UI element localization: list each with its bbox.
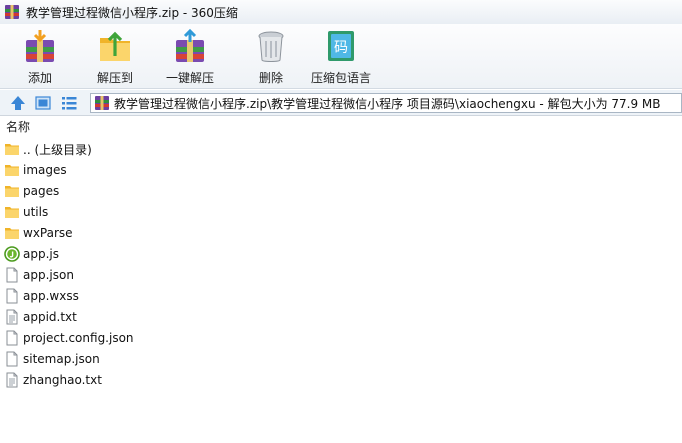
svg-text:码: 码	[334, 40, 348, 56]
list-item[interactable]: utils	[4, 202, 48, 222]
details-view-icon[interactable]	[60, 94, 78, 112]
list-item[interactable]: appid.txt	[4, 307, 77, 327]
extract-to-label: 解压到	[97, 71, 134, 85]
one-click-extract-label: 一键解压	[166, 71, 215, 85]
large-icons-view-icon[interactable]	[34, 94, 52, 112]
compress-language-label: 压缩包语言	[311, 71, 372, 85]
compress-language-button[interactable]: 码 压缩包语言	[311, 28, 371, 86]
one-click-extract-icon	[176, 28, 204, 62]
archive-app-icon	[5, 5, 19, 19]
folder-icon	[4, 162, 20, 178]
trash-icon	[258, 31, 284, 62]
file-icon	[4, 330, 20, 346]
folder-icon	[4, 141, 20, 157]
folder-icon	[4, 225, 20, 241]
folder-icon	[4, 204, 20, 220]
address-bar: 教学管理过程微信小程序.zip\教学管理过程微信小程序 项目源码\xiaoche…	[0, 90, 682, 116]
text-file-icon	[4, 372, 20, 388]
title-bar: 教学管理过程微信小程序.zip - 360压缩	[0, 0, 682, 24]
add-archive-icon	[26, 30, 54, 62]
list-item[interactable]: app.wxss	[4, 286, 79, 306]
file-list: 名称 .. (上级目录) images pages utils wxParse …	[0, 117, 682, 443]
text-file-icon	[4, 309, 20, 325]
path-field[interactable]: 教学管理过程微信小程序.zip\教学管理过程微信小程序 项目源码\xiaoche…	[90, 93, 682, 113]
list-item[interactable]: images	[4, 160, 67, 180]
window-title: 教学管理过程微信小程序.zip - 360压缩	[26, 5, 238, 20]
file-icon	[4, 351, 20, 367]
add-button[interactable]: 添加	[22, 28, 58, 86]
toolbar: 添加 解压到 一键解压 删除 码 压缩包语言	[0, 24, 682, 89]
up-arrow-icon[interactable]	[9, 94, 27, 112]
folder-icon	[4, 183, 20, 199]
delete-label: 删除	[258, 71, 283, 85]
list-item[interactable]: app.js	[4, 244, 59, 264]
list-item[interactable]: app.json	[4, 265, 74, 285]
language-code-icon: 码	[328, 31, 354, 61]
file-icon	[4, 267, 20, 283]
list-item[interactable]: pages	[4, 181, 59, 201]
path-text: 教学管理过程微信小程序.zip\教学管理过程微信小程序 项目源码\xiaoche…	[114, 96, 661, 111]
list-item[interactable]: zhanghao.txt	[4, 370, 102, 390]
app-window: 教学管理过程微信小程序.zip - 360压缩 添加 解压到 一键解压 删除 码…	[0, 0, 682, 443]
one-click-extract-button[interactable]: 一键解压	[166, 28, 214, 86]
column-header-name[interactable]: 名称	[0, 117, 682, 138]
list-item[interactable]: project.config.json	[4, 328, 134, 348]
list-item[interactable]: sitemap.json	[4, 349, 100, 369]
archive-path-icon	[95, 96, 109, 110]
extract-to-button[interactable]: 解压到	[97, 28, 133, 86]
extract-folder-icon	[100, 31, 130, 61]
list-item[interactable]: wxParse	[4, 223, 73, 243]
delete-button[interactable]: 删除	[253, 28, 289, 86]
add-label: 添加	[27, 71, 52, 85]
file-icon	[4, 288, 20, 304]
js-file-icon	[4, 246, 20, 262]
list-item[interactable]: .. (上级目录)	[4, 139, 92, 159]
